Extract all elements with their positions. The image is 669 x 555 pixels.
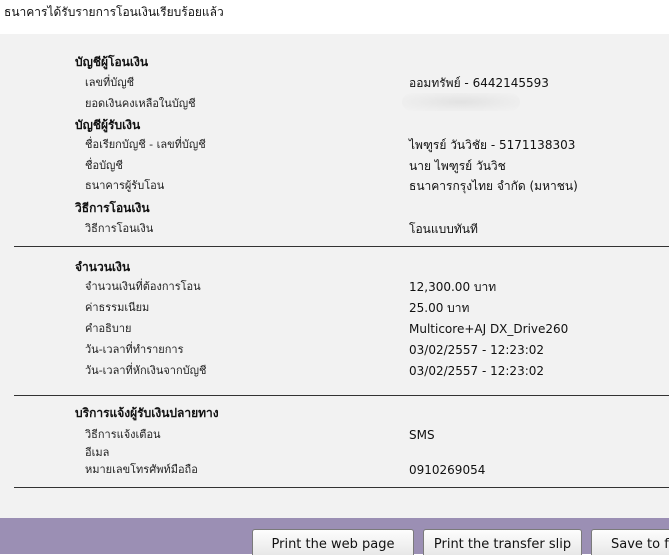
confirmation-banner: ธนาคารได้รับรายการโอนเงินเรียบร้อยแล้ว	[0, 0, 669, 34]
to-account-heading: บัญชีผู้รับเงิน	[75, 118, 141, 132]
debit-datetime-label: วัน-เวลาที่หักเงินจากบัญชี	[85, 364, 207, 377]
account-number-label: เลขที่บัญชี	[85, 76, 135, 89]
print-page-button[interactable]: Print the web page	[252, 529, 414, 555]
phone-value: 0910269054	[409, 463, 486, 477]
recipient-name-number-label: ชื่อเรียกบัญชี - เลขที่บัญชี	[85, 138, 206, 151]
description-value: Multicore+AJ DX_Drive260	[409, 322, 569, 336]
from-account-heading: บัญชีผู้โอนเงิน	[75, 55, 149, 69]
email-label: อีเมล	[85, 446, 110, 459]
recipient-bank-label: ธนาคารผู้รับโอน	[85, 179, 165, 192]
print-slip-button[interactable]: Print the transfer slip	[423, 529, 582, 555]
notification-heading: บริการแจ้งผู้รับเงินปลายทาง	[75, 406, 219, 420]
transfer-amount-label: จำนวนเงินที่ต้องการโอน	[85, 280, 201, 293]
account-number-value: ออมทรัพย์ - 6442145593	[409, 76, 549, 90]
balance-label: ยอดเงินคงเหลือในบัญชี	[85, 97, 196, 110]
recipient-account-name-label: ชื่อบัญชี	[85, 159, 123, 172]
fee-value: 25.00 บาท	[409, 301, 470, 315]
section-divider	[14, 487, 669, 488]
transaction-datetime-label: วัน-เวลาที่ทำรายการ	[85, 343, 184, 356]
save-to-file-button[interactable]: Save to f	[591, 529, 669, 555]
recipient-name-number-value: ไพฑูรย์ วันวิชัย - 5171138303	[409, 138, 576, 152]
notification-method-value: SMS	[409, 428, 435, 442]
recipient-bank-value: ธนาคารกรุงไทย จำกัด (มหาชน)	[409, 179, 578, 193]
debit-datetime-value: 03/02/2557 - 12:23:02	[409, 364, 545, 378]
amount-heading: จำนวนเงิน	[75, 260, 131, 274]
notification-method-label: วิธีการแจ้งเตือน	[85, 428, 161, 441]
transfer-method-label: วิธีการโอนเงิน	[85, 222, 154, 235]
fee-label: ค่าธรรมเนียม	[85, 301, 150, 314]
transfer-amount-value: 12,300.00 บาท	[409, 280, 497, 294]
description-label: คำอธิบาย	[85, 322, 132, 335]
redacted-balance	[402, 93, 520, 111]
section-divider	[14, 395, 669, 396]
transfer-method-heading: วิธีการโอนเงิน	[75, 201, 150, 215]
confirmation-message: ธนาคารได้รับรายการโอนเงินเรียบร้อยแล้ว	[4, 5, 224, 19]
transfer-method-value: โอนแบบทันที	[409, 222, 478, 236]
phone-label: หมายเลขโทรศัพท์มือถือ	[85, 463, 198, 476]
section-divider	[14, 246, 669, 247]
recipient-account-name-value: นาย ไพฑูรย์ วันวิช	[409, 159, 506, 173]
transaction-datetime-value: 03/02/2557 - 12:23:02	[409, 343, 545, 357]
